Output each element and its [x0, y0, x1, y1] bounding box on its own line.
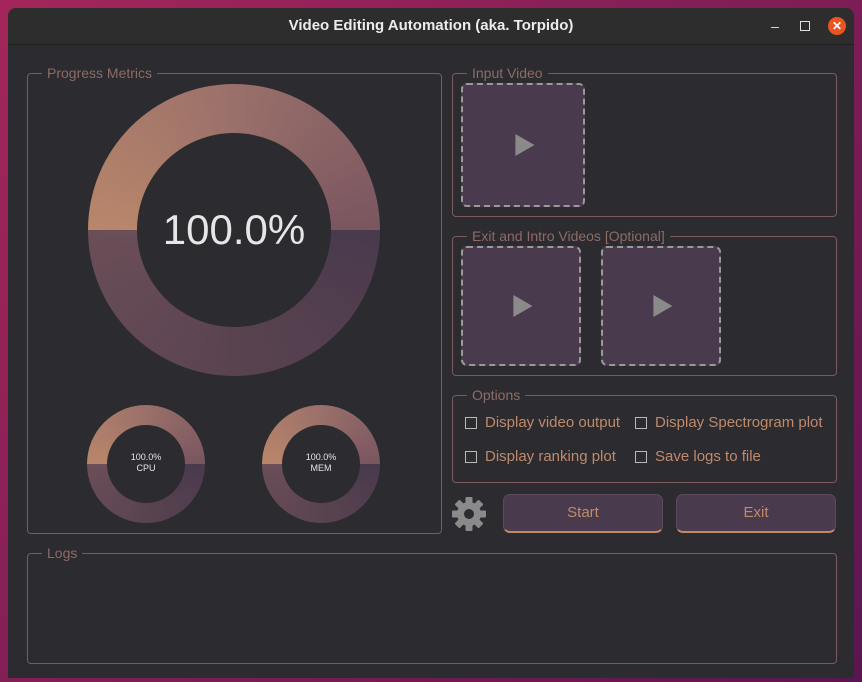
- cpu-value: 100.0%: [130, 452, 162, 462]
- checkbox[interactable]: [465, 416, 477, 429]
- mem-label: MEM: [310, 463, 332, 473]
- option-label: Display Spectrogram plot: [655, 414, 823, 431]
- window-title: Video Editing Automation (aka. Torpido): [288, 17, 574, 34]
- option-label: Display ranking plot: [485, 448, 616, 465]
- checkbox[interactable]: [635, 416, 647, 429]
- exit-button[interactable]: Exit: [676, 494, 836, 533]
- option-display-ranking[interactable]: Display ranking plot: [465, 448, 616, 465]
- extra-videos-group: Exit and Intro Videos [Optional]: [452, 228, 837, 376]
- extra-videos-title: Exit and Intro Videos [Optional]: [467, 228, 670, 244]
- minimize-icon[interactable]: –: [766, 17, 784, 35]
- logs-area[interactable]: [36, 564, 828, 655]
- main-progress-ring: 100.0%: [88, 84, 380, 376]
- checkbox[interactable]: [635, 450, 647, 463]
- play-icon: [653, 295, 673, 317]
- start-button[interactable]: Start: [503, 494, 663, 533]
- intro-video-drop-zone[interactable]: [461, 246, 581, 366]
- gear-icon[interactable]: [451, 496, 487, 532]
- input-video-group: Input Video: [452, 65, 837, 217]
- option-label: Display video output: [485, 414, 621, 431]
- checkbox[interactable]: [465, 450, 477, 463]
- mem-progress-ring: 100.0% MEM: [262, 405, 380, 523]
- progress-metrics-title: Progress Metrics: [42, 65, 158, 81]
- progress-metrics-group: Progress Metrics 100.0% 100.0% CPU 100.0…: [27, 65, 442, 534]
- logs-group: Logs: [27, 545, 837, 664]
- cpu-label: CPU: [136, 463, 156, 473]
- maximize-icon[interactable]: [796, 17, 814, 35]
- play-icon: [515, 134, 535, 156]
- option-save-logs[interactable]: Save logs to file: [635, 448, 761, 465]
- title-bar[interactable]: Video Editing Automation (aka. Torpido) …: [8, 8, 854, 45]
- app-window: Video Editing Automation (aka. Torpido) …: [8, 8, 854, 678]
- logs-title: Logs: [42, 545, 83, 561]
- option-display-spectrogram[interactable]: Display Spectrogram plot: [635, 414, 823, 431]
- option-label: Save logs to file: [655, 448, 761, 465]
- input-video-drop-zone[interactable]: [461, 83, 585, 207]
- options-group: Options Display video output Display Spe…: [452, 387, 837, 483]
- options-title: Options: [467, 387, 526, 403]
- cpu-progress-ring: 100.0% CPU: [87, 405, 205, 523]
- main-progress-value: 100.0%: [162, 206, 306, 253]
- option-display-video-output[interactable]: Display video output: [465, 414, 620, 431]
- play-icon: [513, 295, 533, 317]
- close-icon[interactable]: ✕: [828, 17, 846, 35]
- input-video-title: Input Video: [467, 65, 548, 81]
- exit-video-drop-zone[interactable]: [601, 246, 721, 366]
- mem-value: 100.0%: [305, 452, 337, 462]
